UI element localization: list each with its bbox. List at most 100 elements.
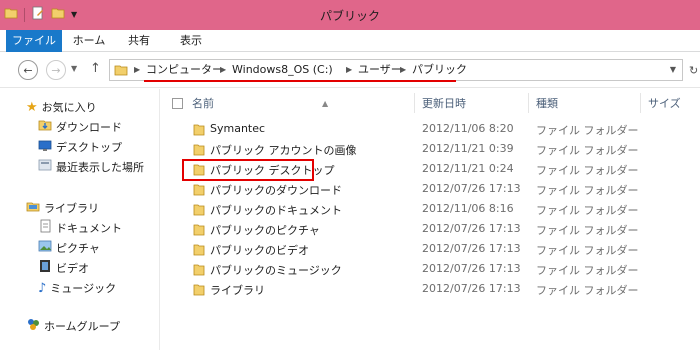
nav-item-label: ダウンロード xyxy=(56,121,122,134)
nav-item-label: ビデオ xyxy=(56,262,89,275)
file-row[interactable]: パブリックのミュージック 2012/07/26 17:13 ファイル フォルダー xyxy=(160,259,700,279)
breadcrumb-users[interactable]: ユーザー xyxy=(358,63,402,77)
nav-item-downloads[interactable]: ダウンロード xyxy=(38,119,122,137)
folder-icon xyxy=(114,63,128,80)
tab-view[interactable]: 表示 xyxy=(166,30,216,52)
file-date: 2012/07/26 17:13 xyxy=(422,182,521,195)
nav-item-label: ミュージック xyxy=(50,282,117,295)
file-type: ファイル フォルダー xyxy=(536,124,639,137)
homegroup-icon xyxy=(26,317,40,337)
file-name: Symantec xyxy=(210,122,266,135)
folder-icon xyxy=(193,203,205,219)
tab-share[interactable]: 共有 xyxy=(116,30,162,52)
video-icon xyxy=(38,259,52,279)
file-date: 2012/07/26 17:13 xyxy=(422,262,521,275)
column-header-date[interactable]: 更新日時 xyxy=(422,95,526,113)
nav-homegroup[interactable]: ホームグループ xyxy=(26,318,120,336)
up-button[interactable]: ↑ xyxy=(90,61,101,76)
column-header-name[interactable]: 名前 ▲ xyxy=(192,95,412,113)
documents-icon xyxy=(38,219,52,239)
chevron-down-icon[interactable]: ▼ xyxy=(670,65,676,74)
forward-button[interactable]: → xyxy=(46,60,66,80)
highlighted-item-box xyxy=(182,159,314,181)
nav-item-pictures[interactable]: ピクチャ xyxy=(38,240,100,258)
folder-icon xyxy=(193,223,205,239)
arrow-right-icon: → xyxy=(51,63,61,77)
column-divider[interactable] xyxy=(528,93,529,113)
file-type: ファイル フォルダー xyxy=(536,204,639,217)
file-type: ファイル フォルダー xyxy=(536,184,639,197)
folder-icon xyxy=(193,283,205,299)
nav-item-videos[interactable]: ビデオ xyxy=(38,260,89,278)
nav-homegroup-label: ホームグループ xyxy=(44,320,121,333)
recent-places-icon xyxy=(38,158,52,178)
file-date: 2012/11/21 0:39 xyxy=(422,142,514,155)
column-header-size[interactable]: サイズ xyxy=(648,95,698,113)
desktop-icon xyxy=(38,138,52,158)
breadcrumb-drive[interactable]: Windows8_OS (C:) xyxy=(232,63,333,77)
breadcrumb-computer[interactable]: コンピューター xyxy=(146,63,223,77)
file-row[interactable]: パブリックのドキュメント 2012/11/06 8:16 ファイル フォルダー xyxy=(160,199,700,219)
pictures-icon xyxy=(38,239,52,259)
address-bar[interactable]: ▶ コンピューター ▶ Windows8_OS (C:) ▶ ユーザー ▶ パブ… xyxy=(109,59,683,81)
breadcrumb-separator-icon[interactable]: ▶ xyxy=(134,65,140,74)
file-date: 2012/07/26 17:13 xyxy=(422,222,521,235)
nav-item-label: ピクチャ xyxy=(56,242,100,255)
folder-icon xyxy=(193,123,205,139)
breadcrumb-separator-icon[interactable]: ▶ xyxy=(346,65,352,74)
file-row[interactable]: パブリック アカウントの画像 2012/11/21 0:39 ファイル フォルダー xyxy=(160,139,700,159)
file-list: 名前 ▲ 更新日時 種類 サイズ Symantec 2012/11/06 8:20… xyxy=(160,89,700,350)
file-row[interactable]: Symantec 2012/11/06 8:20 ファイル フォルダー xyxy=(160,119,700,139)
folder-icon xyxy=(193,183,205,199)
nav-item-recent-places[interactable]: 最近表示した場所 xyxy=(38,159,144,177)
folder-icon xyxy=(193,263,205,279)
nav-libraries[interactable]: ライブラリ xyxy=(26,200,99,218)
file-name: パブリックのドキュメント xyxy=(210,204,342,217)
file-row[interactable]: パブリックのダウンロード 2012/07/26 17:13 ファイル フォルダー xyxy=(160,179,700,199)
folder-icon xyxy=(193,243,205,259)
nav-item-desktop[interactable]: デスクトップ xyxy=(38,139,122,157)
file-row[interactable]: パブリックのピクチャ 2012/07/26 17:13 ファイル フォルダー xyxy=(160,219,700,239)
file-name: パブリックのビデオ xyxy=(210,244,309,257)
file-name: パブリックのミュージック xyxy=(210,264,342,277)
file-date: 2012/11/06 8:20 xyxy=(422,122,514,135)
file-date: 2012/07/26 17:13 xyxy=(422,242,521,255)
nav-item-label: ドキュメント xyxy=(56,222,122,235)
file-name: ライブラリ xyxy=(210,284,265,297)
tab-file[interactable]: ファイル xyxy=(6,30,62,52)
file-row[interactable]: ライブラリ 2012/07/26 17:13 ファイル フォルダー xyxy=(160,279,700,299)
file-date: 2012/07/26 17:13 xyxy=(422,282,521,295)
file-type: ファイル フォルダー xyxy=(536,164,639,177)
nav-item-documents[interactable]: ドキュメント xyxy=(38,219,122,239)
tab-home[interactable]: ホーム xyxy=(66,30,112,52)
music-icon: ♪ xyxy=(38,281,47,296)
window-title: パブリック xyxy=(319,9,380,23)
nav-item-music[interactable]: ♪ ミュージック xyxy=(38,280,116,298)
column-divider[interactable] xyxy=(640,93,641,113)
breadcrumb-separator-icon[interactable]: ▶ xyxy=(220,65,226,74)
navigation-pane: ★ お気に入り ダウンロード デスクトップ 最近表示した場所 ライブラリ ドキュ… xyxy=(0,89,160,350)
file-type: ファイル フォルダー xyxy=(536,244,639,257)
nav-item-label: デスクトップ xyxy=(56,141,122,154)
breadcrumb-separator-icon[interactable]: ▶ xyxy=(400,65,406,74)
file-name: パブリック アカウントの画像 xyxy=(210,144,357,157)
nav-favorites[interactable]: ★ お気に入り xyxy=(26,99,97,117)
recent-locations-dropdown[interactable]: ▼ xyxy=(71,64,77,73)
file-type: ファイル フォルダー xyxy=(536,224,639,237)
library-icon xyxy=(26,199,40,219)
file-row[interactable]: パブリックのビデオ 2012/07/26 17:13 ファイル フォルダー xyxy=(160,239,700,259)
column-divider[interactable] xyxy=(414,93,415,113)
refresh-icon[interactable]: ↻ xyxy=(689,64,698,77)
nav-favorites-label: お気に入り xyxy=(41,101,97,114)
column-header-type[interactable]: 種類 xyxy=(536,95,636,113)
title-bar: ▼ パブリック xyxy=(0,0,700,30)
back-button[interactable]: ← xyxy=(18,60,38,80)
navigation-bar: ← → ▼ ↑ ▶ コンピューター ▶ Windows8_OS (C:) ▶ ユ… xyxy=(0,52,700,88)
file-name: パブリックのダウンロード xyxy=(210,184,342,197)
file-type: ファイル フォルダー xyxy=(536,284,639,297)
select-all-checkbox[interactable] xyxy=(172,98,183,109)
breadcrumb-public[interactable]: パブリック xyxy=(412,63,467,77)
file-date: 2012/11/21 0:24 xyxy=(422,162,514,175)
nav-item-label: 最近表示した場所 xyxy=(56,161,144,174)
ribbon-tabs: ファイル ホーム 共有 表示 xyxy=(0,30,700,52)
